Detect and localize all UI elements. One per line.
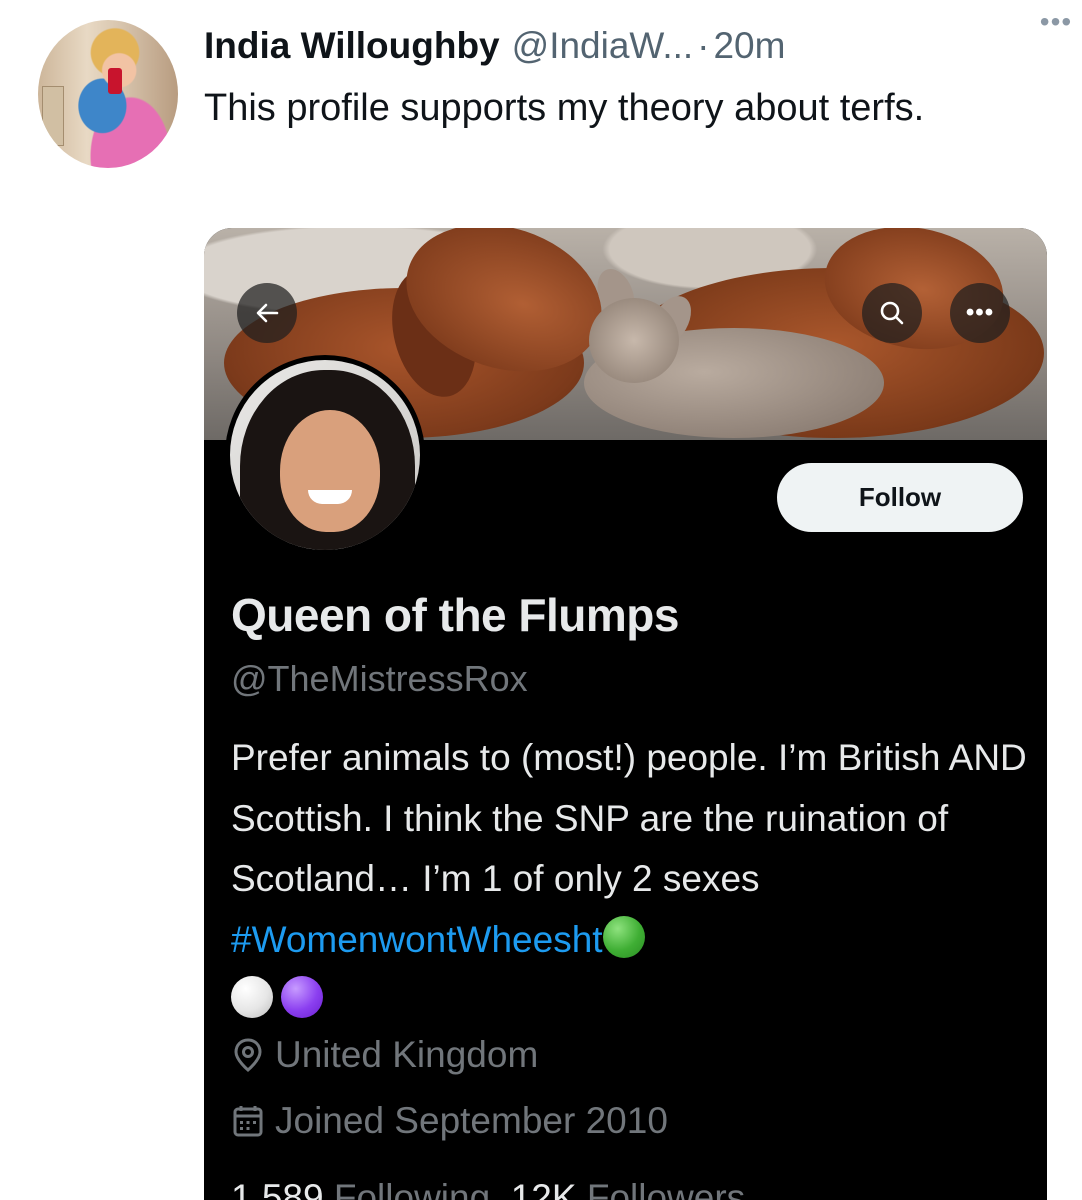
profile-display-name: Queen of the Flumps	[231, 589, 679, 641]
bio-text: Prefer animals to (most!) people. I’m Br…	[231, 737, 1027, 899]
profile-location: United Kingdom	[231, 1034, 538, 1076]
tweet-author-avatar[interactable]	[38, 20, 178, 168]
white-circle-emoji	[231, 976, 273, 1018]
tweet-header: India Willoughby @IndiaW... · 20m	[204, 20, 1054, 72]
follow-button[interactable]: Follow	[777, 463, 1023, 532]
joined-text: Joined September 2010	[275, 1100, 668, 1141]
tweet-timestamp[interactable]: 20m	[713, 20, 785, 72]
location-text: United Kingdom	[275, 1034, 539, 1075]
following-label[interactable]: Following	[334, 1177, 490, 1200]
dog-illustration	[589, 298, 679, 383]
search-icon[interactable]	[862, 283, 922, 343]
more-icon[interactable]: •••	[950, 283, 1010, 343]
calendar-icon	[233, 1106, 263, 1137]
location-pin-icon	[234, 1038, 262, 1072]
profile-handle: @TheMistressRox	[231, 658, 528, 699]
avatar-face	[280, 410, 380, 532]
embedded-profile-image[interactable]: ••• Follow Queen of the Flumps @TheMistr…	[204, 228, 1047, 1200]
following-count[interactable]: 1,589	[231, 1177, 324, 1200]
avatar-background-poster	[42, 86, 64, 146]
purple-circle-emoji	[281, 976, 323, 1018]
tweet-text: This profile supports my theory about te…	[204, 87, 925, 129]
back-arrow-icon[interactable]	[237, 283, 297, 343]
profile-joined-date: Joined September 2010	[231, 1100, 668, 1142]
profile-avatar[interactable]	[225, 355, 425, 555]
profile-bio: Prefer animals to (most!) people. I’m Br…	[231, 728, 1031, 1031]
header-separator: ·	[697, 25, 710, 66]
bio-hashtag[interactable]: #WomenwontWheesht	[231, 919, 603, 960]
followers-count[interactable]: 12K	[511, 1177, 577, 1200]
more-horizontal-icon[interactable]: •••	[1034, 8, 1078, 36]
follow-stats: 1,589 Following 12K Followers	[231, 1176, 745, 1200]
green-circle-emoji	[602, 915, 645, 958]
author-handle[interactable]: @IndiaW...	[512, 20, 694, 72]
followers-label[interactable]: Followers	[587, 1177, 745, 1200]
author-name[interactable]: India Willoughby	[204, 20, 500, 72]
avatar-phone	[108, 68, 122, 94]
